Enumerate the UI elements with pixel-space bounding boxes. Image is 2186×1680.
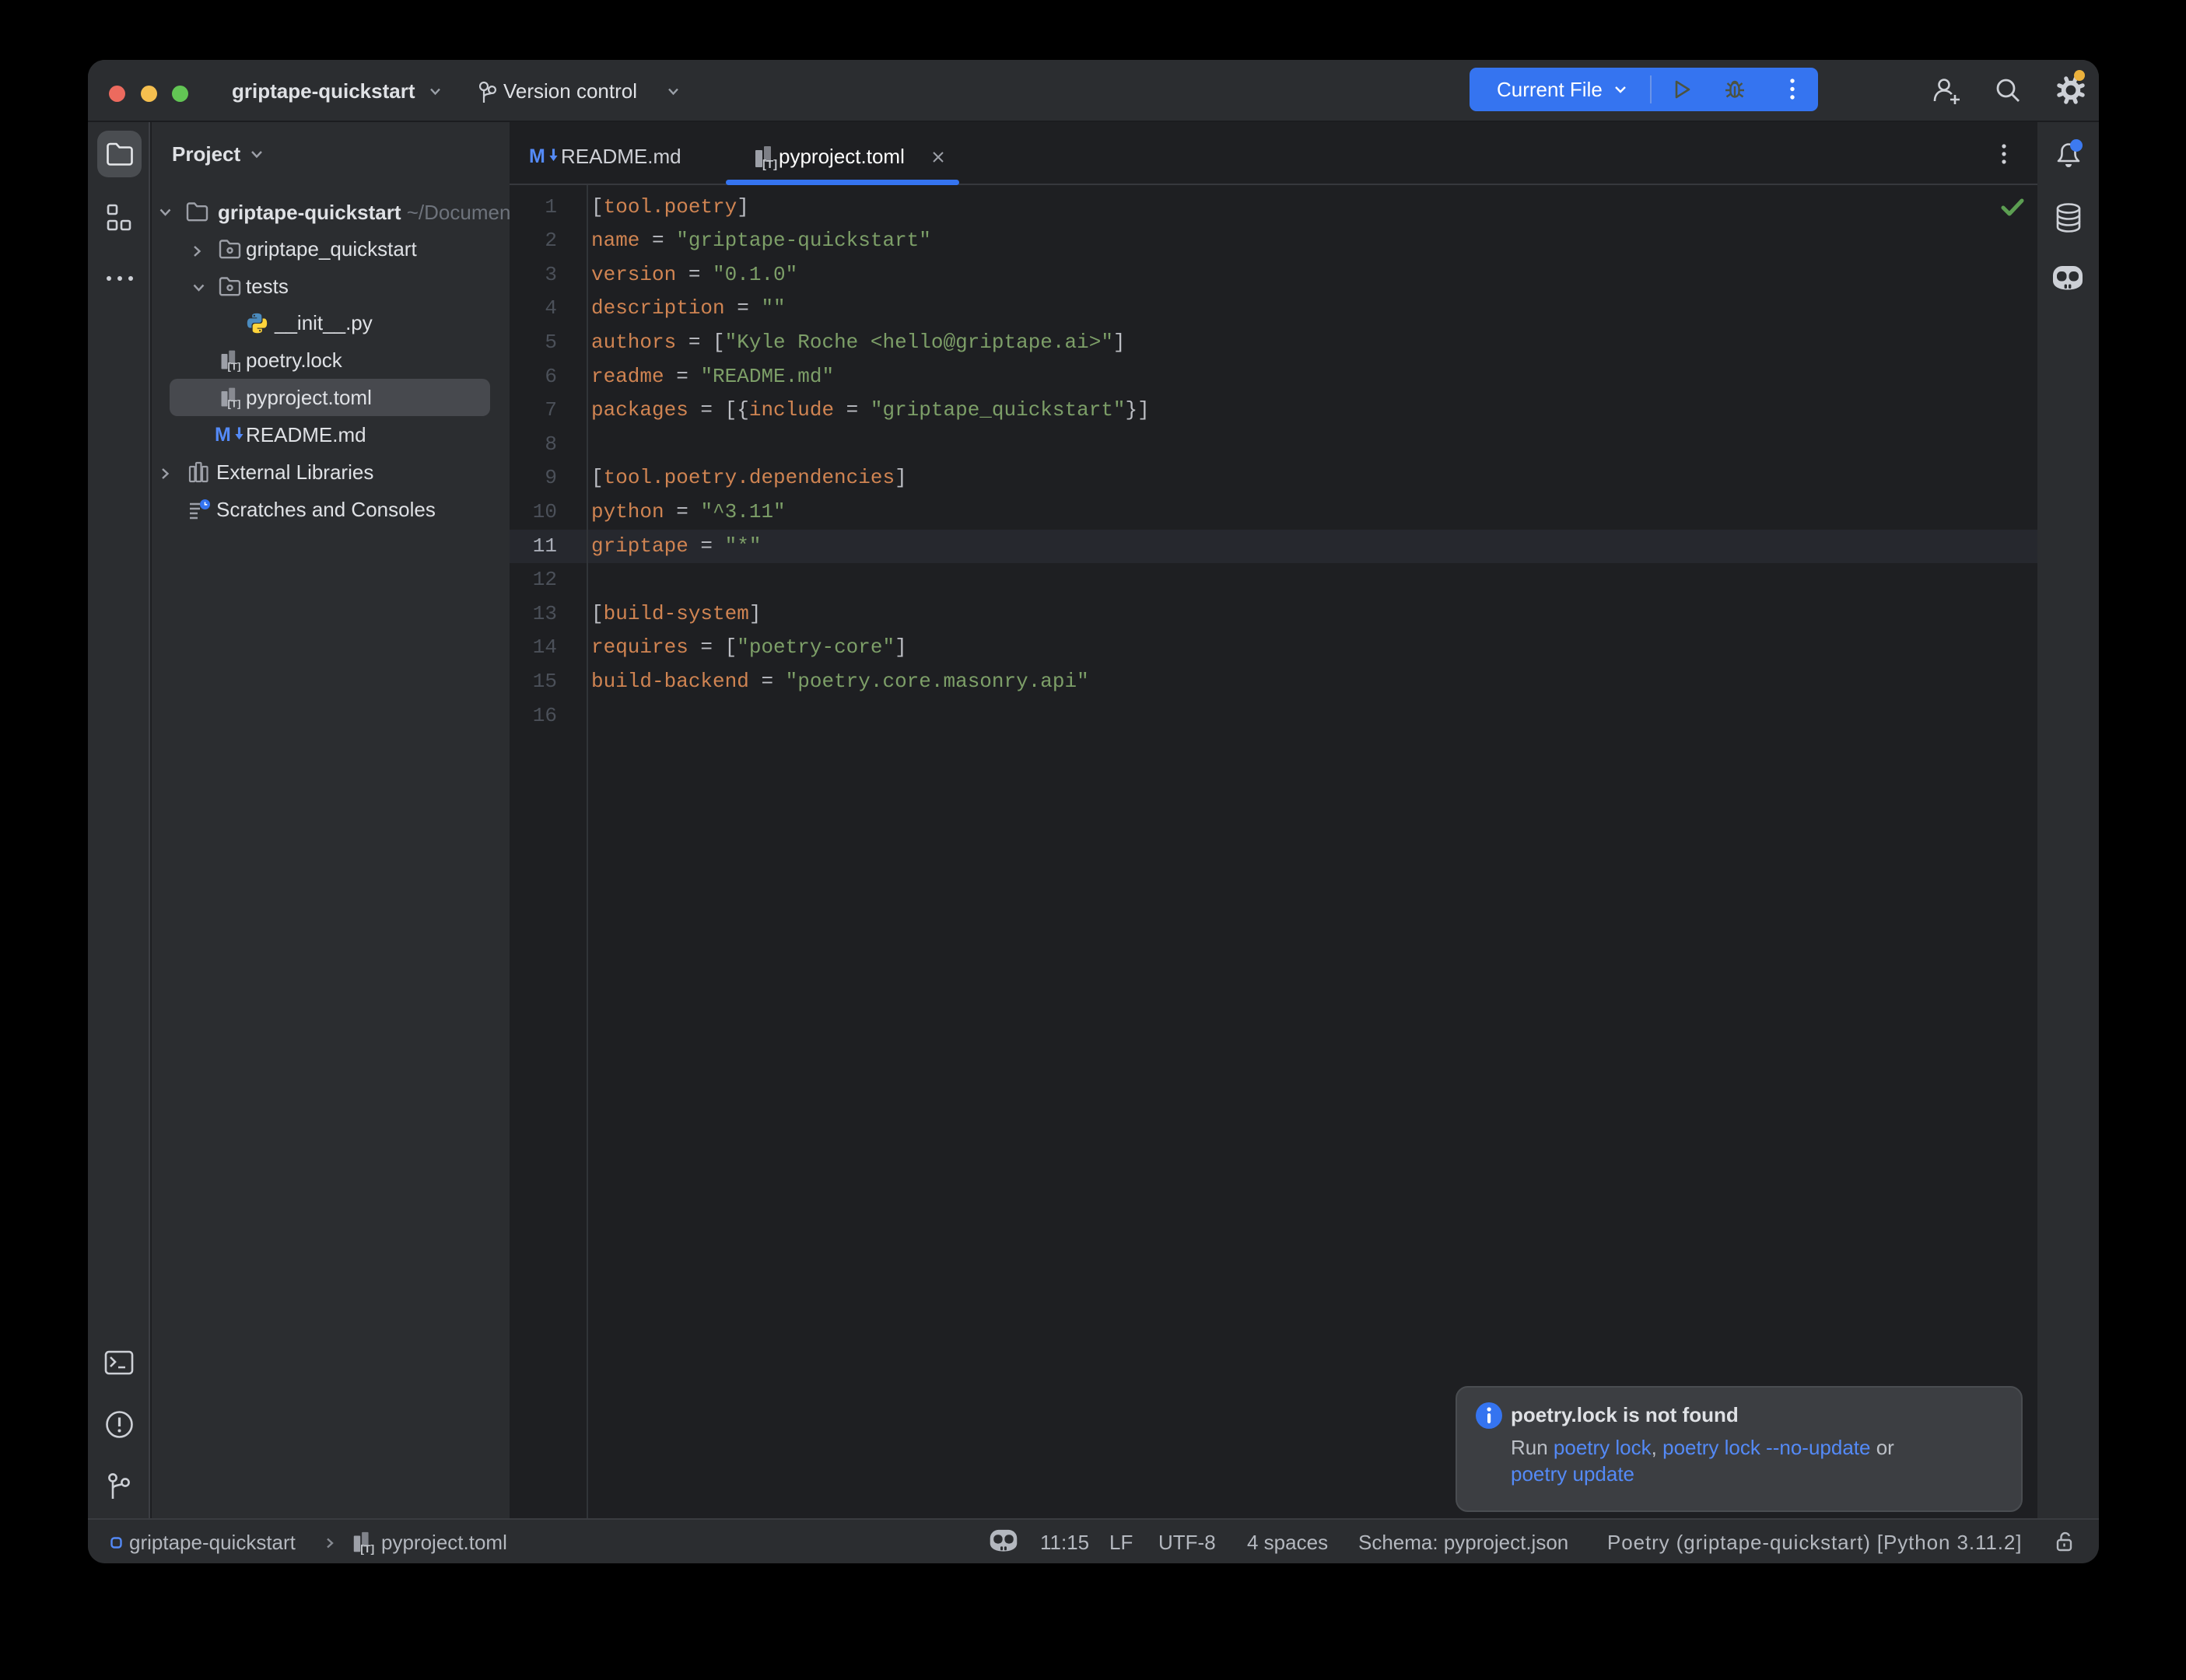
svg-text:[T]: [T] (762, 158, 777, 170)
svg-text:[T]: [T] (227, 360, 240, 372)
svg-text:[T]: [T] (360, 1542, 374, 1555)
svg-text:[T]: [T] (227, 397, 240, 409)
